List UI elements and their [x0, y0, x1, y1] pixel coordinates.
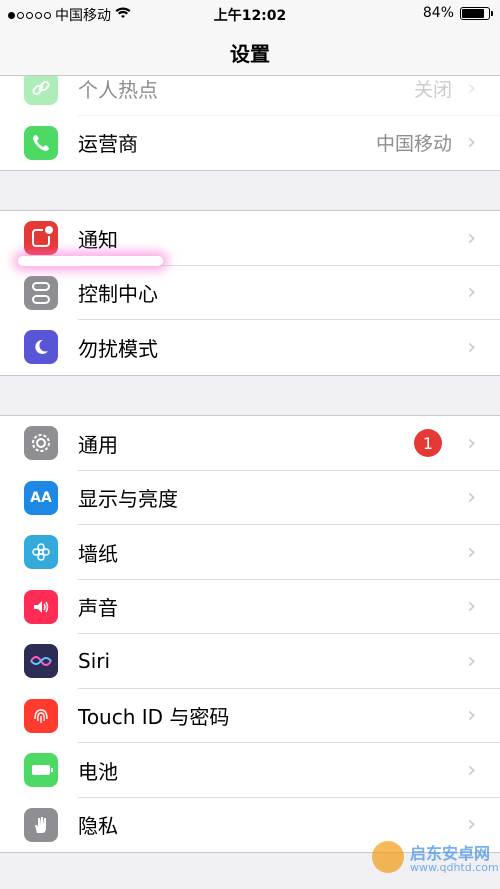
settings-screen: 中国移动 上午12:02 84% 设置 个人热点 关闭 › 运营商 中国移动 ›…	[0, 0, 500, 889]
settings-row-label: 控制中心	[78, 282, 158, 307]
settings-row-value: 关闭	[413, 78, 452, 101]
settings-row-label: 隐私	[78, 814, 118, 839]
settings-row-label: 电池	[78, 759, 118, 784]
chevron-right-icon: ›	[467, 225, 476, 251]
settings-row-label: 通知	[78, 227, 118, 252]
chevron-right-icon: ›	[467, 280, 476, 306]
chevron-right-icon: ›	[467, 757, 476, 783]
fingerprint-icon	[24, 698, 58, 733]
settings-row-display[interactable]: AA 显示与亮度 ›	[0, 471, 500, 525]
settings-group-notifications: 通知 › 控制中心 › 勿扰模式 ›	[0, 210, 500, 376]
settings-row-value: 中国移动	[375, 133, 452, 156]
chevron-right-icon: ›	[467, 539, 476, 565]
watermark-icon	[372, 841, 404, 873]
phone-icon	[24, 125, 58, 160]
hand-icon	[24, 807, 58, 842]
chevron-right-icon: ›	[467, 130, 476, 156]
flower-icon	[24, 535, 58, 570]
chevron-right-icon: ›	[467, 430, 476, 456]
settings-row-carrier[interactable]: 运营商 中国移动 ›	[0, 116, 500, 171]
speaker-icon	[24, 589, 58, 624]
watermark-logo: 启东安卓网 www.qdhtd.com	[372, 835, 499, 879]
settings-row-touch-id[interactable]: Touch ID 与密码 ›	[0, 689, 500, 743]
settings-row-label: Siri	[78, 649, 111, 674]
chevron-right-icon: ›	[467, 485, 476, 511]
settings-row-battery[interactable]: 电池 ›	[0, 743, 500, 798]
settings-row-label: 墙纸	[78, 541, 118, 566]
settings-row-label: 声音	[78, 596, 118, 621]
settings-group-general: 通用 1 › AA 显示与亮度 › 墙纸 › 声音 › Siri › Touch…	[0, 415, 500, 853]
chevron-right-icon: ›	[467, 334, 476, 360]
settings-row-siri[interactable]: Siri ›	[0, 634, 500, 689]
page-title: 设置	[230, 42, 270, 66]
settings-row-wallpaper[interactable]: 墙纸 ›	[0, 525, 500, 580]
notification-icon	[24, 221, 58, 256]
settings-row-do-not-disturb[interactable]: 勿扰模式 ›	[0, 320, 500, 375]
watermark-url: www.qdhtd.com	[410, 861, 499, 874]
settings-row-label: 运营商	[78, 132, 138, 157]
chevron-right-icon: ›	[467, 812, 476, 838]
gear-icon	[24, 426, 58, 461]
hotspot-icon	[24, 71, 58, 106]
moon-icon	[24, 330, 58, 365]
battery-indicator-icon	[460, 6, 493, 20]
control-center-icon	[24, 275, 58, 310]
settings-row-general[interactable]: 通用 1 ›	[0, 416, 500, 471]
settings-row-label: 显示与亮度	[78, 487, 178, 512]
status-right: 84%	[422, 5, 493, 21]
notification-badge: 1	[414, 429, 442, 458]
top-bar: 中国移动 上午12:02 84% 设置	[0, 0, 500, 76]
settings-row-label: Touch ID 与密码	[78, 705, 230, 730]
settings-row-label: 勿扰模式	[78, 336, 158, 361]
siri-icon	[24, 644, 58, 679]
highlight-underline	[18, 256, 163, 266]
settings-row-sounds[interactable]: 声音 ›	[0, 580, 500, 634]
status-bar: 中国移动 上午12:02 84%	[0, 0, 500, 26]
battery-percent: 84%	[422, 5, 454, 21]
settings-row-label: 个人热点	[78, 77, 158, 102]
settings-row-control-center[interactable]: 控制中心 ›	[0, 266, 500, 320]
settings-row-label: 通用	[78, 432, 118, 457]
aa-text-icon: AA	[24, 480, 58, 515]
settings-group-connectivity: 个人热点 关闭 › 运营商 中国移动 ›	[0, 60, 500, 171]
battery-icon	[24, 753, 58, 788]
chevron-right-icon: ›	[467, 594, 476, 620]
chevron-right-icon: ›	[467, 75, 476, 101]
chevron-right-icon: ›	[467, 648, 476, 674]
chevron-right-icon: ›	[467, 703, 476, 729]
